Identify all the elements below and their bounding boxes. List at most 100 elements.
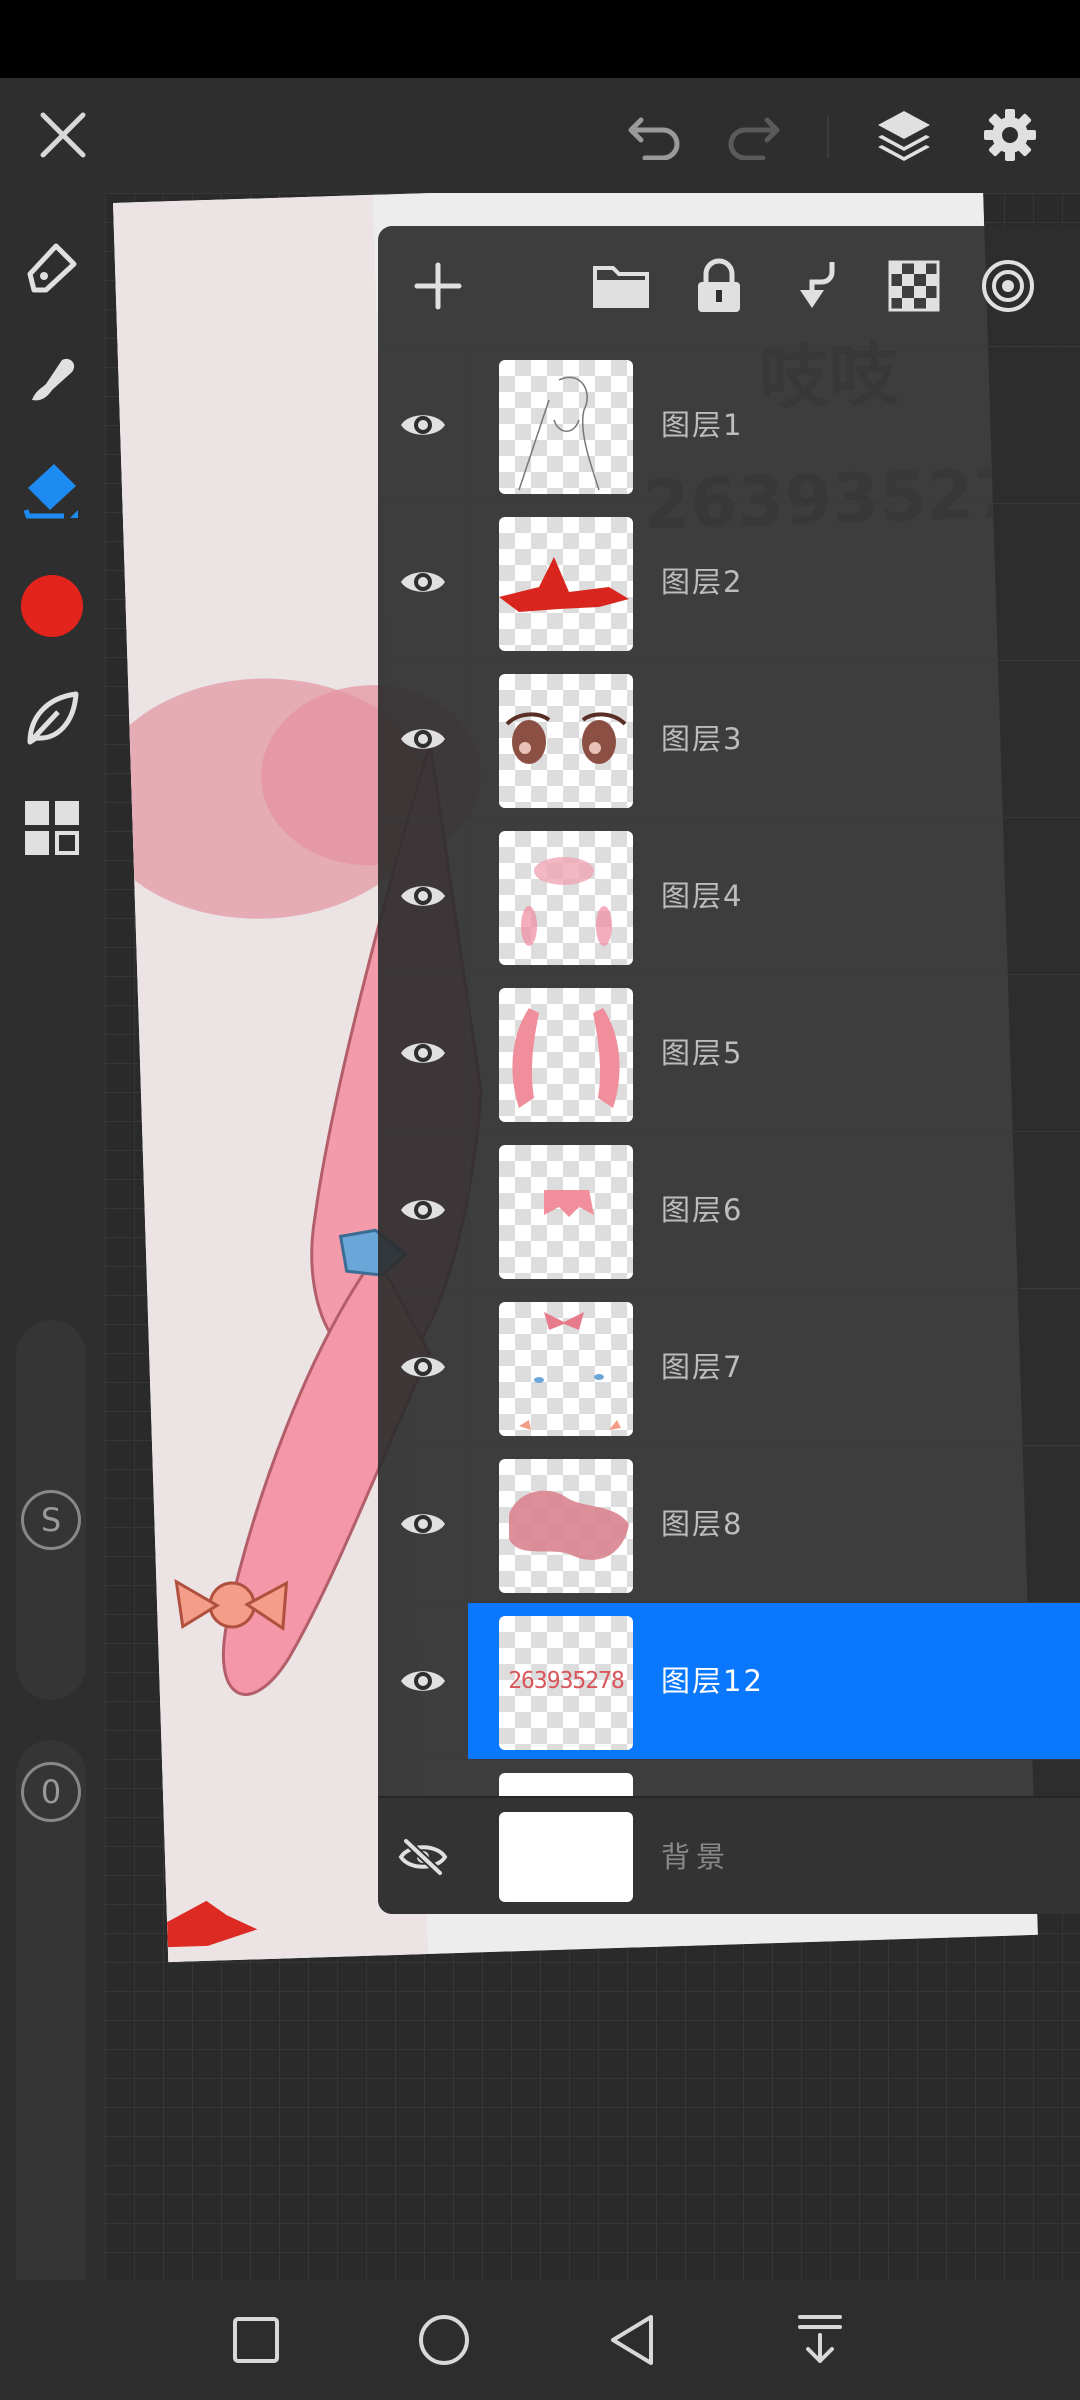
recent-apps-icon	[233, 2317, 279, 2363]
status-bar	[0, 0, 1080, 78]
layer-name: 图层5	[661, 1036, 744, 1070]
visibility-toggle[interactable]	[378, 1603, 468, 1759]
system-nav-bar	[0, 2280, 1080, 2400]
layer-name: 图层12	[661, 1664, 764, 1698]
background-layer-row[interactable]: 背景	[378, 1796, 1080, 1914]
layer-row[interactable]: 图层4	[378, 817, 1080, 974]
visibility-toggle[interactable]	[378, 1446, 468, 1602]
layer-name: 图层4	[661, 879, 744, 913]
column-divider	[468, 504, 469, 660]
layers-panel-toolbar	[378, 226, 1080, 346]
eye-icon	[401, 1043, 445, 1063]
smudge-tool[interactable]	[17, 345, 87, 415]
undo-button[interactable]	[620, 100, 690, 170]
visibility-toggle[interactable]	[378, 818, 468, 974]
new-folder-button[interactable]	[589, 254, 653, 318]
layers-panel: 图层1 图层2 图层3 图层4 图层5 图层6 图层7 图层8 26393527…	[378, 226, 1080, 1914]
layer-row[interactable]: 图层7	[378, 1288, 1080, 1445]
ribbons-thumbnail-art	[519, 1312, 621, 1430]
bangs-thumbnail-art	[544, 1190, 594, 1217]
eraser-tool[interactable]	[17, 455, 87, 525]
layer-name: 图层3	[661, 722, 744, 756]
left-toolbar: S 0	[0, 193, 105, 2330]
layer-thumbnail: 263935278	[499, 1616, 633, 1750]
eye-slash-icon	[398, 1838, 448, 1876]
eyes-thumbnail-art	[505, 712, 627, 764]
undo-icon	[628, 117, 680, 160]
size-slider-knob[interactable]: S	[21, 1490, 81, 1550]
notification-icon	[798, 2315, 842, 2363]
back-button[interactable]	[602, 2310, 662, 2370]
gallery-tool[interactable]	[17, 793, 87, 863]
layer-row[interactable]: 图层2	[378, 503, 1080, 660]
layer-row[interactable]: 图层3	[378, 660, 1080, 817]
merge-down-button[interactable]	[785, 254, 849, 318]
visibility-toggle[interactable]	[378, 975, 468, 1131]
background-thumbnail	[499, 1812, 633, 1902]
sketch-thumbnail-art	[518, 376, 600, 491]
opacity-slider-label: 0	[40, 1773, 62, 1811]
background-layer-name: 背景	[661, 1840, 732, 1874]
column-divider	[468, 975, 469, 1131]
red-mark-thumbnail-art	[499, 557, 629, 612]
layer-row[interactable]: 图层5	[378, 974, 1080, 1131]
settings-icon	[984, 109, 1036, 161]
visibility-toggle-hidden[interactable]	[378, 1798, 468, 1914]
layer-list[interactable]: 图层1 图层2 图层3 图层4 图层5 图层6 图层7 图层8 26393527…	[378, 346, 1080, 1805]
grid-icon	[25, 801, 79, 855]
brush-size-slider[interactable]: S	[16, 1320, 86, 1700]
clipping-mask-button[interactable]	[976, 254, 1040, 318]
layer-row[interactable]: 图层1	[378, 346, 1080, 503]
settings-button[interactable]	[975, 100, 1045, 170]
back-icon	[611, 2315, 653, 2365]
eye-icon	[401, 572, 445, 592]
redo-button[interactable]	[718, 100, 788, 170]
add-layer-button[interactable]	[406, 254, 470, 318]
size-slider-label: S	[40, 1501, 62, 1539]
close-button[interactable]	[28, 100, 98, 170]
notification-button[interactable]	[790, 2310, 850, 2370]
visibility-toggle[interactable]	[378, 347, 468, 503]
pen-tool[interactable]	[17, 233, 87, 303]
layer-row[interactable]: 图层8	[378, 1445, 1080, 1602]
eye-icon	[401, 1200, 445, 1220]
column-divider	[468, 347, 469, 503]
eye-icon	[401, 729, 445, 749]
layer-name: 图层2	[661, 565, 744, 599]
layer-row[interactable]: 图层6	[378, 1131, 1080, 1288]
layer-row-active[interactable]: 263935278 图层12	[378, 1602, 1080, 1759]
layer-thumbnail	[499, 988, 633, 1122]
column-divider	[468, 661, 469, 817]
pen-icon	[27, 243, 77, 293]
layer-thumbnail	[499, 360, 633, 494]
merge-down-icon	[800, 262, 835, 308]
layer-name: 图层8	[661, 1507, 744, 1541]
layer-thumbnail-text: 263935278	[508, 1668, 625, 1694]
layer-name: 图层6	[661, 1193, 744, 1227]
visibility-toggle[interactable]	[378, 1289, 468, 1445]
layer-thumbnail	[499, 831, 633, 965]
opacity-slider[interactable]: 0	[16, 1740, 86, 2330]
folder-icon	[593, 266, 649, 308]
lock-icon	[698, 258, 740, 312]
opacity-slider-knob[interactable]: 0	[21, 1762, 81, 1822]
home-button[interactable]	[414, 2310, 474, 2370]
leaf-icon	[27, 691, 79, 745]
visibility-toggle[interactable]	[378, 1132, 468, 1288]
recent-apps-button[interactable]	[226, 2310, 286, 2370]
add-icon	[414, 262, 462, 310]
visibility-toggle[interactable]	[378, 661, 468, 817]
layer-thumbnail	[499, 1145, 633, 1279]
layer-thumbnail	[499, 1302, 633, 1436]
blush-thumbnail-art	[521, 857, 612, 946]
leaf-tool[interactable]	[17, 683, 87, 753]
visibility-toggle[interactable]	[378, 504, 468, 660]
layer-name: 图层7	[661, 1350, 744, 1384]
target-icon	[982, 260, 1034, 312]
toolbar-separator	[827, 116, 829, 158]
transparency-lock-button[interactable]	[882, 254, 946, 318]
color-picker[interactable]	[17, 571, 87, 641]
redo-icon	[728, 117, 780, 160]
layers-button[interactable]	[869, 100, 939, 170]
lock-layer-button[interactable]	[687, 254, 751, 318]
